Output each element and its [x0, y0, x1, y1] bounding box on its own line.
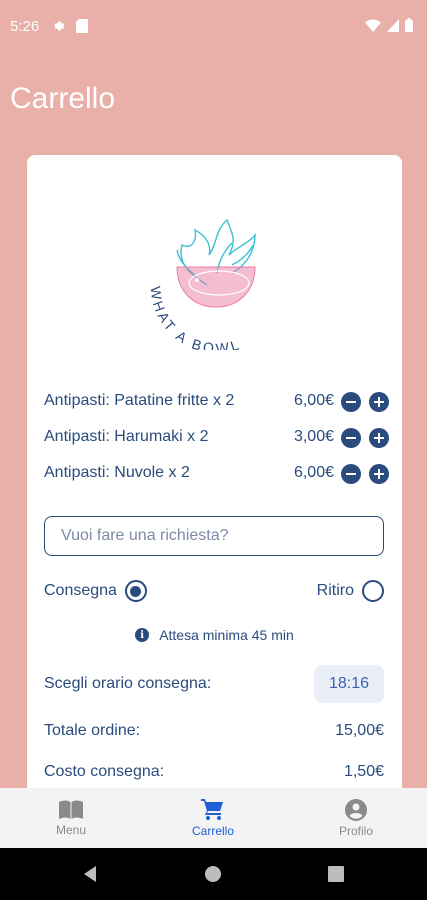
cart-item: Antipasti: Patatine fritte x 2 6,00€	[44, 390, 389, 414]
item-label: Antipasti: Patatine fritte x 2	[44, 392, 235, 409]
option-consegna-label: Consegna	[44, 582, 117, 599]
option-ritiro[interactable]: Ritiro	[317, 580, 384, 602]
delivery-time-button[interactable]: 18:16	[314, 665, 384, 703]
delivery-cost-value: 1,50€	[343, 763, 384, 780]
delivery-time-label: Scegli orario consegna:	[44, 675, 212, 692]
decrease-quantity-button[interactable]	[341, 392, 361, 412]
ritiro-radio[interactable]	[362, 580, 384, 602]
minus-icon	[346, 473, 356, 475]
delivery-cost-label: Costo consegna:	[44, 763, 165, 780]
option-ritiro-label: Ritiro	[316, 582, 354, 599]
account-icon	[345, 798, 367, 821]
item-price: 6,00€	[293, 464, 334, 481]
delivery-time-row: Scegli orario consegna: 18:16	[44, 665, 384, 703]
bottom-navigation: Menu Carrello Profilo	[0, 788, 427, 848]
plus-icon	[374, 433, 384, 443]
option-consegna[interactable]: Consegna	[44, 580, 147, 602]
battery-icon	[405, 18, 413, 32]
book-icon	[59, 800, 83, 819]
plus-icon	[374, 469, 384, 479]
shopping-cart-icon	[201, 798, 223, 820]
order-total-label: Totale ordine:	[44, 722, 141, 739]
nav-profile-label: Profilo	[338, 823, 373, 838]
back-icon[interactable]	[82, 866, 98, 882]
increase-quantity-button[interactable]	[369, 428, 389, 448]
wifi-icon	[365, 18, 381, 32]
decrease-quantity-button[interactable]	[341, 428, 361, 448]
status-bar: 5:26	[0, 0, 427, 56]
radio-selected-dot	[130, 585, 142, 597]
nav-profile[interactable]: Profilo	[285, 788, 427, 848]
plus-icon	[374, 397, 384, 407]
sd-card-icon	[76, 19, 88, 33]
home-icon[interactable]	[205, 866, 221, 882]
nav-cart-label: Carrello	[191, 823, 234, 838]
cart-item: Antipasti: Harumaki x 2 3,00€	[44, 426, 389, 450]
page-title: Carrello	[10, 82, 116, 115]
info-icon: i	[135, 628, 150, 642]
settings-icon	[54, 21, 65, 31]
nav-menu[interactable]: Menu	[0, 788, 142, 848]
increase-quantity-button[interactable]	[369, 392, 389, 412]
consegna-radio[interactable]	[124, 580, 147, 602]
minus-icon	[346, 401, 356, 403]
decrease-quantity-button[interactable]	[341, 464, 361, 484]
cart-item: Antipasti: Nuvole x 2 6,00€	[44, 462, 389, 486]
request-input[interactable]	[44, 516, 384, 556]
item-label: Antipasti: Nuvole x 2	[44, 464, 190, 481]
item-price: 6,00€	[293, 392, 334, 409]
what-a-bowl-logo: WHAT A BOWL	[148, 218, 256, 350]
order-total-value: 15,00€	[335, 722, 384, 739]
signal-icon	[387, 18, 399, 32]
nav-menu-label: Menu	[55, 822, 87, 837]
wait-info-text: Attesa minima 45 min	[159, 627, 294, 643]
status-time: 5:26	[10, 18, 40, 35]
system-navigation-bar	[0, 848, 427, 900]
status-icons	[365, 18, 413, 32]
item-label: Antipasti: Harumaki x 2	[44, 428, 209, 445]
increase-quantity-button[interactable]	[369, 464, 389, 484]
minus-icon	[346, 437, 356, 439]
recents-icon[interactable]	[328, 866, 344, 882]
nav-cart[interactable]: Carrello	[142, 788, 284, 848]
delivery-options: Consegna Ritiro	[44, 580, 384, 604]
cart-card: WHAT A BOWL Antipasti: Patatine fritte x…	[27, 155, 402, 855]
item-price: 3,00€	[293, 428, 334, 445]
wait-info: i Attesa minima 45 min	[27, 627, 402, 643]
